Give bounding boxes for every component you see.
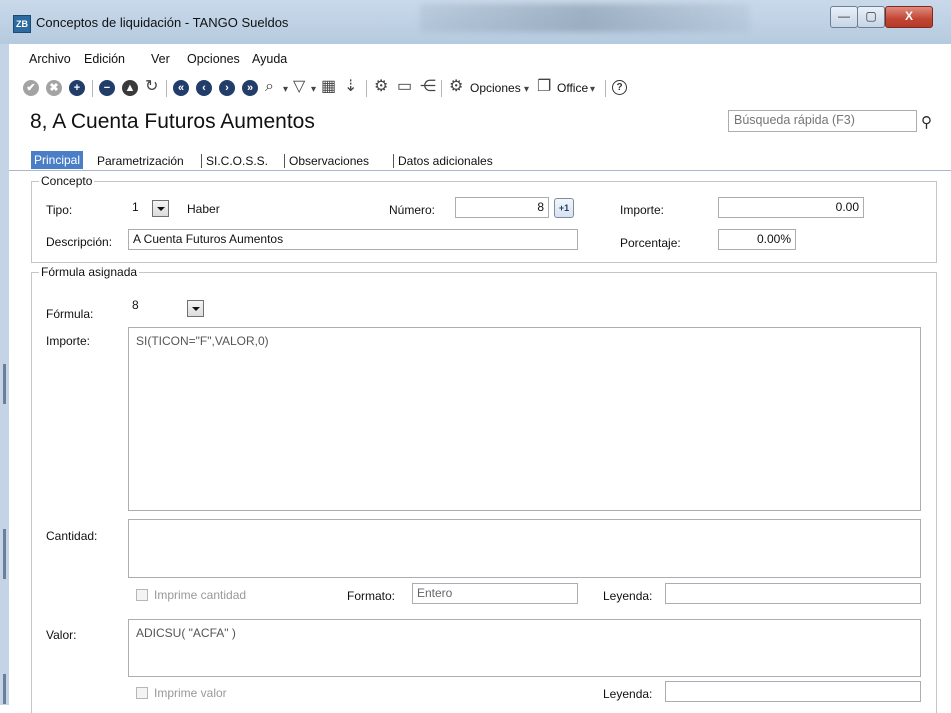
- valor-label: Valor:: [46, 628, 77, 642]
- office-menu-button[interactable]: Office: [557, 81, 588, 95]
- settings-icon[interactable]: ⚙: [374, 78, 388, 96]
- leyenda-valor-field[interactable]: [665, 681, 921, 702]
- find-dropdown-icon[interactable]: ▾: [283, 81, 288, 99]
- toolbar-separator: [441, 80, 442, 97]
- formula-dropdown-icon[interactable]: [187, 300, 204, 317]
- delete-icon[interactable]: −: [99, 80, 115, 96]
- cancel-icon[interactable]: ✖: [46, 80, 62, 96]
- record-title: 8, A Cuenta Futuros Aumentos: [30, 110, 315, 133]
- find-icon[interactable]: ⌕: [265, 78, 274, 96]
- app-icon: ZB: [13, 15, 31, 33]
- tab-sicoss[interactable]: SI.C.O.S.S.: [206, 152, 268, 170]
- quick-search-input[interactable]: [729, 111, 884, 129]
- confirm-icon[interactable]: ✔: [23, 80, 39, 96]
- tipo-description: Haber: [187, 202, 220, 216]
- concepto-legend: Concepto: [39, 174, 95, 188]
- numero-field[interactable]: 8: [455, 197, 549, 218]
- toolbar-separator: [92, 80, 93, 97]
- imprime-valor-checkbox[interactable]: [136, 687, 148, 699]
- formula-importe-area[interactable]: SI(TICON="F",VALOR,0): [128, 327, 921, 511]
- tab-separator: [393, 154, 394, 168]
- porcentaje-label: Porcentaje:: [620, 236, 681, 250]
- valor-area[interactable]: ADICSU( "ACFA" ): [128, 619, 921, 677]
- leyenda-field[interactable]: [665, 583, 921, 604]
- monitor-icon[interactable]: ▭: [397, 78, 412, 96]
- descripcion-label: Descripción:: [46, 235, 113, 249]
- toolbar-separator: [366, 80, 367, 97]
- formato-field[interactable]: Entero: [412, 583, 578, 604]
- grid-icon[interactable]: ▦: [321, 78, 336, 96]
- add-icon[interactable]: +: [69, 80, 85, 96]
- minimize-button[interactable]: —: [830, 6, 858, 28]
- tipo-dropdown-icon[interactable]: [152, 200, 169, 217]
- window-title: Conceptos de liquidación - TANGO Sueldos: [36, 15, 289, 30]
- next-record-icon[interactable]: ›: [219, 80, 235, 96]
- toolbar-separator: [166, 80, 167, 97]
- imprime-cantidad-checkbox[interactable]: [136, 589, 148, 601]
- tab-parametrizacion[interactable]: Parametrización: [97, 152, 184, 170]
- menu-archivo[interactable]: Archivo: [29, 52, 71, 66]
- office-dropdown-icon[interactable]: ▾: [590, 81, 595, 99]
- options-gear-icon: ⚙: [449, 78, 464, 95]
- importe-field[interactable]: 0.00: [718, 197, 864, 218]
- previous-record-icon[interactable]: ‹: [196, 80, 212, 96]
- descripcion-field[interactable]: A Cuenta Futuros Aumentos: [128, 229, 578, 250]
- numero-label: Número:: [389, 203, 436, 217]
- menu-edicion[interactable]: Edición: [84, 52, 125, 66]
- formato-label: Formato:: [347, 589, 396, 603]
- formula-importe-label: Importe:: [46, 334, 91, 348]
- quick-search-box[interactable]: ⚲: [728, 110, 932, 132]
- refresh-icon[interactable]: ↻: [145, 78, 158, 96]
- menu-ayuda[interactable]: Ayuda: [252, 52, 287, 66]
- menu-opciones[interactable]: Opciones: [187, 52, 240, 66]
- cantidad-label: Cantidad:: [46, 529, 98, 543]
- last-record-icon[interactable]: »: [242, 80, 258, 96]
- leyenda-label: Leyenda:: [603, 589, 653, 603]
- tab-principal[interactable]: Principal: [31, 151, 84, 169]
- background-blur: [420, 4, 750, 32]
- search-icon[interactable]: ⚲: [921, 113, 932, 131]
- cantidad-area[interactable]: [128, 519, 921, 578]
- tab-observaciones[interactable]: Observaciones: [289, 152, 369, 170]
- leyenda-valor-label: Leyenda:: [603, 687, 653, 701]
- tab-separator: [284, 154, 285, 168]
- window-left-edge: [0, 44, 9, 705]
- restore-icon[interactable]: ▲: [122, 80, 138, 96]
- imprime-valor-label: Imprime valor: [154, 686, 227, 700]
- first-record-icon[interactable]: «: [173, 80, 189, 96]
- filter-dropdown-icon[interactable]: ▾: [311, 81, 316, 99]
- maximize-button[interactable]: ▢: [857, 6, 885, 28]
- formula-label: Fórmula:: [46, 307, 94, 321]
- formula-legend: Fórmula asignada: [39, 265, 140, 279]
- tab-separator: [201, 154, 202, 168]
- menu-ver[interactable]: Ver: [151, 52, 170, 66]
- opciones-menu-button[interactable]: Opciones: [470, 81, 521, 95]
- next-number-button[interactable]: +1: [554, 198, 574, 218]
- share-icon[interactable]: ⋲: [420, 78, 436, 96]
- tab-datos-adicionales[interactable]: Datos adicionales: [398, 152, 493, 170]
- office-icon: ❐: [537, 78, 552, 95]
- importe-label: Importe:: [620, 203, 665, 217]
- imprime-cantidad-label: Imprime cantidad: [154, 588, 247, 602]
- filter-icon[interactable]: ▽: [293, 78, 305, 96]
- porcentaje-field[interactable]: 0.00%: [718, 229, 796, 250]
- sort-icon[interactable]: ⇣: [344, 78, 357, 96]
- concepto-group: [31, 181, 937, 263]
- toolbar-separator: [605, 80, 606, 97]
- tipo-label: Tipo:: [46, 203, 73, 217]
- opciones-dropdown-icon[interactable]: ▾: [524, 81, 529, 99]
- help-icon[interactable]: ?: [612, 80, 627, 95]
- formula-select[interactable]: 8: [128, 296, 178, 317]
- close-button[interactable]: X: [885, 6, 933, 28]
